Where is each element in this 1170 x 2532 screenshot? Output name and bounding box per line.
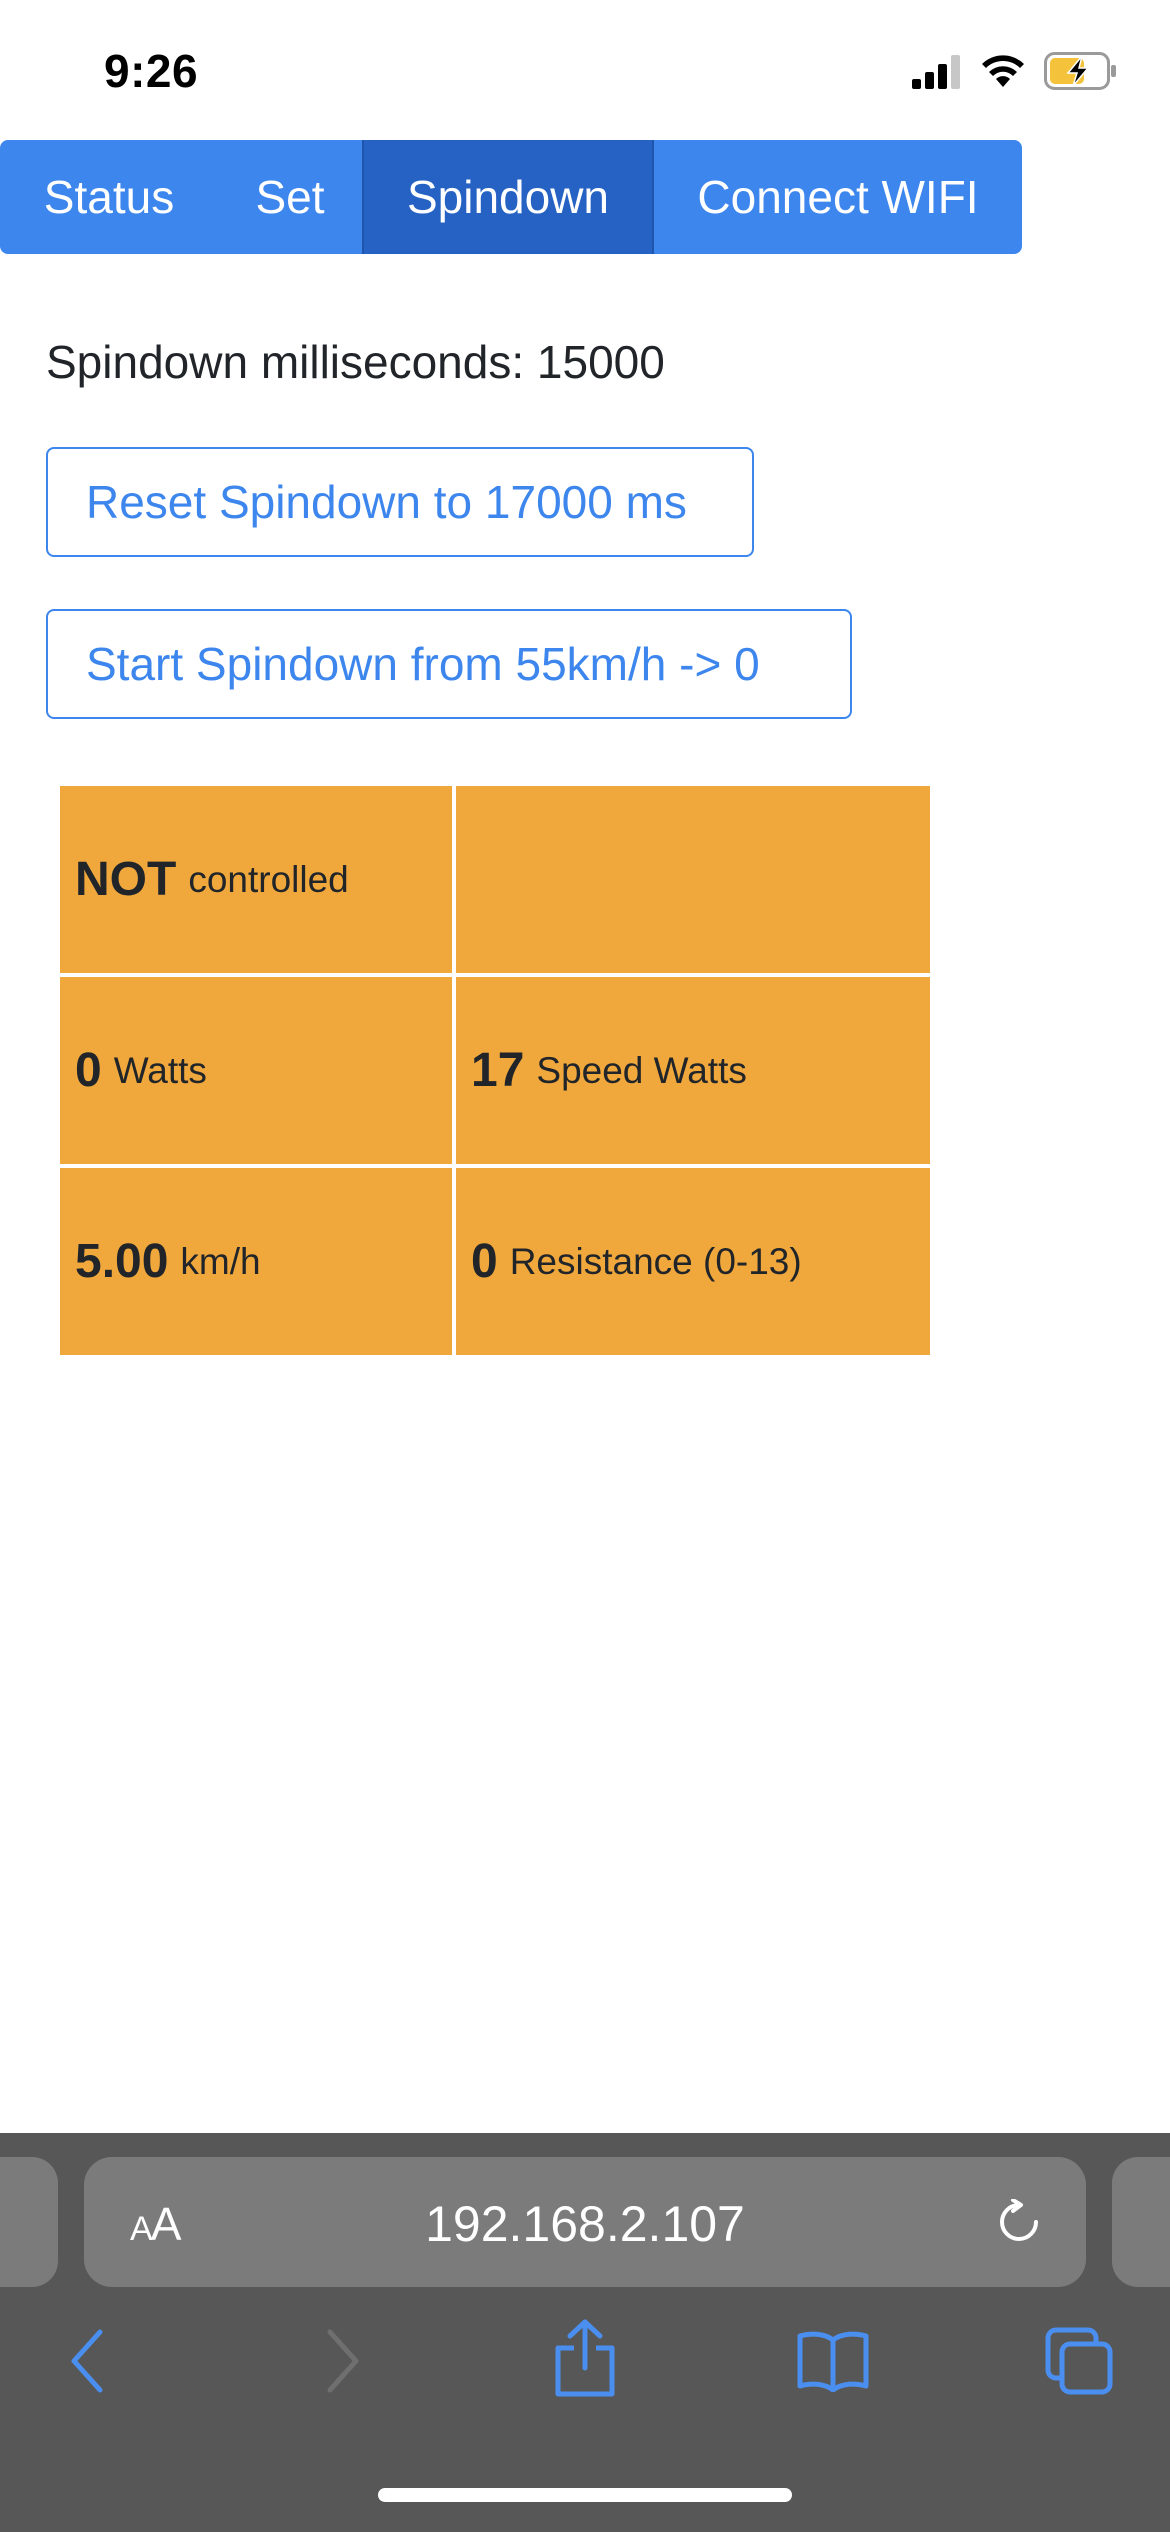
speed-watts-label: Speed Watts xyxy=(536,1049,747,1091)
url-text: 192.168.2.107 xyxy=(425,2196,745,2252)
previous-tab-pill[interactable] xyxy=(0,2157,58,2287)
speed-cell: 5.00 km/h xyxy=(60,1168,452,1355)
control-status-label: controlled xyxy=(188,858,349,900)
resistance-label: Resistance (0-13) xyxy=(509,1240,802,1282)
speed-value: 5.00 xyxy=(75,1235,169,1288)
next-tab-pill[interactable] xyxy=(1112,2157,1170,2287)
tab-set[interactable]: Set xyxy=(218,140,362,254)
resistance-cell: 0 Resistance (0-13) xyxy=(456,1168,930,1355)
tab-status[interactable]: Status xyxy=(0,140,218,254)
speed-label: km/h xyxy=(180,1240,261,1282)
speed-watts-value: 17 xyxy=(471,1044,525,1097)
cellular-signal-icon xyxy=(912,53,962,94)
wifi-icon xyxy=(980,53,1026,94)
battery-charging-icon xyxy=(1044,52,1118,95)
status-time: 9:26 xyxy=(104,45,199,97)
tab-nav: Status Set Spindown Connect WIFI xyxy=(0,140,1022,254)
empty-cell xyxy=(456,786,930,973)
address-bar[interactable]: AA 192.168.2.107 xyxy=(84,2157,1086,2287)
bookmarks-icon[interactable] xyxy=(796,2330,870,2397)
home-indicator[interactable] xyxy=(378,2488,792,2502)
reset-spindown-button[interactable]: Reset Spindown to 17000 ms xyxy=(46,447,754,557)
share-icon[interactable] xyxy=(552,2318,618,2403)
status-icons xyxy=(912,52,1118,95)
forward-icon[interactable] xyxy=(322,2328,362,2399)
tab-connect-wifi[interactable]: Connect WIFI xyxy=(654,140,1022,254)
tab-spindown[interactable]: Spindown xyxy=(362,140,654,254)
control-status-cell: NOT controlled xyxy=(60,786,452,973)
control-status-value: NOT xyxy=(75,853,177,906)
back-icon[interactable] xyxy=(68,2328,108,2399)
speed-watts-cell: 17 Speed Watts xyxy=(456,977,930,1164)
resistance-value: 0 xyxy=(471,1235,498,1288)
spindown-milliseconds: Spindown milliseconds: 15000 xyxy=(46,336,665,388)
start-spindown-button[interactable]: Start Spindown from 55km/h -> 0 xyxy=(46,609,852,719)
watts-label: Watts xyxy=(113,1049,207,1091)
reload-icon[interactable] xyxy=(996,2198,1042,2250)
tabs-icon[interactable] xyxy=(1044,2326,1114,2401)
status-grid: NOT controlled 0 Watts 17 Speed Watts 5.… xyxy=(60,786,930,1355)
watts-cell: 0 Watts xyxy=(60,977,452,1164)
status-bar: 9:26 xyxy=(0,0,1170,140)
watts-value: 0 xyxy=(75,1044,102,1097)
